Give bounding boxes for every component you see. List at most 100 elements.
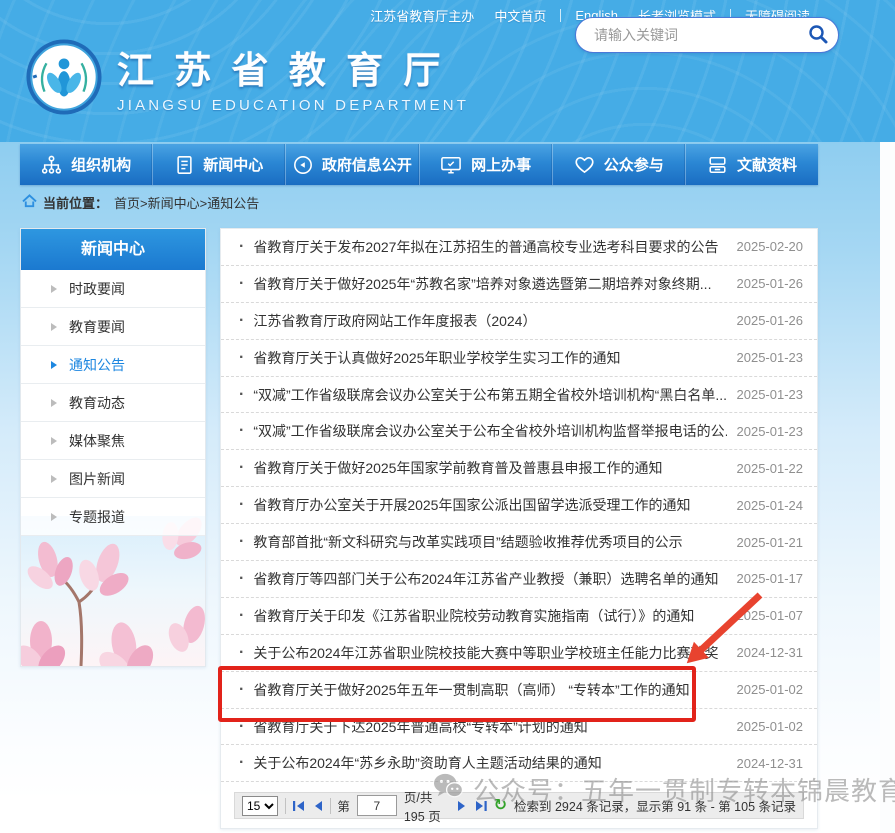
masthead: 江 苏 省 教 育 厅 JIANGSU EDUCATION DEPARTMENT (25, 38, 469, 116)
notice-link[interactable]: 关于公布2024年江苏省职业院校技能大赛中等职业学校班主任能力比赛获奖 (253, 643, 726, 663)
sidebar-item[interactable]: 媒体聚焦 (21, 422, 205, 460)
notice-date: 2025-01-23 (737, 350, 804, 365)
nav-item[interactable]: 网上办事 (420, 144, 553, 185)
notice-link[interactable]: “双减”工作省级联席会议办公室关于公布第五期全省校外培训机构“黑白名单... (253, 385, 726, 405)
notice-date: 2025-01-23 (737, 424, 804, 439)
sidebar-item[interactable]: 时政要闻 (21, 270, 205, 308)
notice-date: 2025-01-02 (737, 682, 804, 697)
page-size-select[interactable]: 15 (242, 796, 278, 816)
notice-date: 2024-12-31 (737, 756, 804, 771)
notice-link[interactable]: 教育部首批“新文科研究与改革实践项目”结题验收推荐优秀项目的公示 (253, 532, 726, 552)
nav-item-label: 文献资料 (737, 154, 797, 175)
site-subtitle: JIANGSU EDUCATION DEPARTMENT (117, 97, 469, 114)
notice-link[interactable]: 省教育厅关于做好2025年五年一贯制高职（高师） “专转本”工作的通知 (253, 680, 726, 700)
page: 江苏省教育厅主办中文首页English长者浏览模式无障碍阅读 江 苏 省 教 (0, 0, 895, 833)
bullet: · (239, 275, 244, 293)
nav-item[interactable]: 新闻中心 (153, 144, 286, 185)
notice-date: 2025-01-26 (737, 313, 804, 328)
bullet: · (239, 349, 244, 367)
notice-link[interactable]: 省教育厅关于下达2025年普通高校“专转本”计划的通知 (253, 717, 726, 737)
sidebar-item[interactable]: 通知公告 (21, 346, 205, 384)
bullet: · (239, 496, 244, 514)
refresh-icon[interactable]: ↻ (494, 798, 507, 814)
bullet: · (239, 644, 244, 662)
notice-link[interactable]: 省教育厅关于做好2025年“苏教名家”培养对象遴选暨第二期培养对象终期... (253, 274, 726, 294)
last-page-button[interactable] (474, 800, 487, 812)
bullet: · (239, 386, 244, 404)
page-number-input[interactable] (357, 795, 397, 816)
nav-item[interactable]: 组织机构 (20, 144, 153, 185)
sidebar-item-label: 通知公告 (69, 355, 125, 375)
site-logo-icon[interactable] (25, 38, 103, 116)
notice-row: ·省教育厅等四部门关于公布2024年江苏省产业教授（兼职）选聘名单的通知2025… (221, 561, 817, 598)
notice-row: ·省教育厅关于发布2027年拟在江苏招生的普通高校专业选考科目要求的公告2025… (221, 229, 817, 266)
notice-date: 2024-12-31 (737, 645, 804, 660)
notice-link[interactable]: 关于公布2024年“苏乡永助”资助育人主题活动结果的通知 (253, 753, 726, 773)
notice-link[interactable]: 省教育厅等四部门关于公布2024年江苏省产业教授（兼职）选聘名单的通知 (253, 569, 726, 589)
notice-row: · 省教育厅办公室关于开展2025年国家公派出国留学选派受理工作的通知 2025-0… (221, 487, 817, 524)
topbar-link[interactable]: 江苏省教育厅主办 (370, 6, 474, 25)
notice-link[interactable]: 省教育厅关于发布2027年拟在江苏招生的普通高校专业选考科目要求的公告 (253, 237, 726, 257)
bullet: · (239, 681, 244, 699)
sidebar-item-label: 图片新闻 (69, 469, 125, 489)
nav-item[interactable]: 政府信息公开 (286, 144, 419, 185)
sidebar-item-label: 教育要闻 (69, 317, 125, 337)
page-label-prefix: 第 (337, 796, 350, 815)
notice-date: 2025-01-07 (737, 608, 804, 623)
bullet: · (239, 718, 244, 736)
home-icon (22, 194, 37, 211)
bullet: · (239, 459, 244, 477)
site-title-block: 江 苏 省 教 育 厅 JIANGSU EDUCATION DEPARTMENT (117, 40, 469, 114)
notice-link[interactable]: 省教育厅办公室关于开展2025年国家公派出国留学选派受理工作的通知 (253, 495, 726, 515)
notice-link[interactable]: 省教育厅关于认真做好2025年职业学校学生实习工作的通知 (253, 348, 726, 368)
search-input[interactable] (592, 26, 806, 44)
triangle-bullet-icon (51, 475, 57, 483)
triangle-bullet-icon (51, 361, 57, 369)
triangle-bullet-icon (51, 437, 57, 445)
prev-page-button[interactable] (313, 800, 323, 812)
notice-link[interactable]: “双减”工作省级联席会议办公室关于公布全省校外培训机构监督举报电话的公... (253, 421, 726, 441)
notice-date: 2025-01-02 (737, 719, 804, 734)
notice-list-panel: · 省教育厅关于发布2027年拟在江苏招生的普通高校专业选考科目要求的公告 2025… (220, 228, 818, 829)
sidebar-item[interactable]: 专题报道 (21, 498, 205, 536)
notice-row: · 省教育厅关于认真做好2025年职业学校学生实习工作的通知 2025-01-23 (221, 340, 817, 377)
nav-item[interactable]: 文献资料 (686, 144, 818, 185)
bullet: · (239, 533, 244, 551)
bullet: · (239, 570, 244, 588)
divider (330, 798, 331, 814)
notice-row: ·“双减”工作省级联席会议办公室关于公布全省校外培训机构监督举报电话的公...2… (221, 413, 817, 450)
sidebar-item[interactable]: 教育要闻 (21, 308, 205, 346)
next-page-button[interactable] (457, 800, 467, 812)
divider (285, 798, 286, 814)
first-page-button[interactable] (293, 800, 306, 812)
breadcrumb-label: 当前位置： (43, 193, 108, 212)
sidebar-item-label: 专题报道 (69, 507, 125, 527)
breadcrumb-path[interactable]: 首页>新闻中心>通知公告 (114, 193, 259, 212)
breadcrumb: 当前位置： 首页>新闻中心>通知公告 (22, 193, 259, 212)
search-icon (806, 22, 830, 49)
notice-date: 2025-01-21 (737, 535, 804, 550)
page-label-suffix: 页/共 195 页 (404, 787, 450, 825)
sidebar-item[interactable]: 教育动态 (21, 384, 205, 422)
notice-link[interactable]: 省教育厅关于做好2025年国家学前教育普及普惠县申报工作的通知 (253, 458, 726, 478)
notice-row: ·江苏省教育厅政府网站工作年度报表（2024）2025-01-26 (221, 303, 817, 340)
nav-item-label: 网上办事 (471, 154, 531, 175)
sidebar-item-label: 教育动态 (69, 393, 125, 413)
notice-row: ·省教育厅关于做好2025年“苏教名家”培养对象遴选暨第二期培养对象终期...2… (221, 266, 817, 303)
bullet: · (239, 238, 244, 256)
info-disclosure-icon (293, 155, 313, 175)
notice-date: 2025-01-24 (737, 498, 804, 513)
notice-row: · 省教育厅关于下达2025年普通高校“专转本”计划的通知 2025-01-02 (221, 709, 817, 746)
nav-item[interactable]: 公众参与 (553, 144, 686, 185)
nav-item-label: 政府信息公开 (322, 154, 412, 175)
topbar-link[interactable]: 中文首页 (494, 6, 546, 25)
sidebar-item[interactable]: 图片新闻 (21, 460, 205, 498)
triangle-bullet-icon (51, 399, 57, 407)
notice-link[interactable]: 江苏省教育厅政府网站工作年度报表（2024） (253, 311, 726, 331)
triangle-bullet-icon (51, 285, 57, 293)
notice-link[interactable]: 省教育厅关于印发《江苏省职业院校劳动教育实施指南（试行）》的通知 (253, 606, 726, 626)
pagination-bar: 15 第 页/共 195 页 ↻ 检索到 2924 条记录，显示第 91 条 -… (234, 792, 804, 819)
search-button[interactable] (806, 22, 830, 49)
notice-row: · 关于公布2024年江苏省职业院校技能大赛中等职业学校班主任能力比赛获奖 2024… (221, 635, 817, 672)
sidebar-item-label: 媒体聚焦 (69, 431, 125, 451)
